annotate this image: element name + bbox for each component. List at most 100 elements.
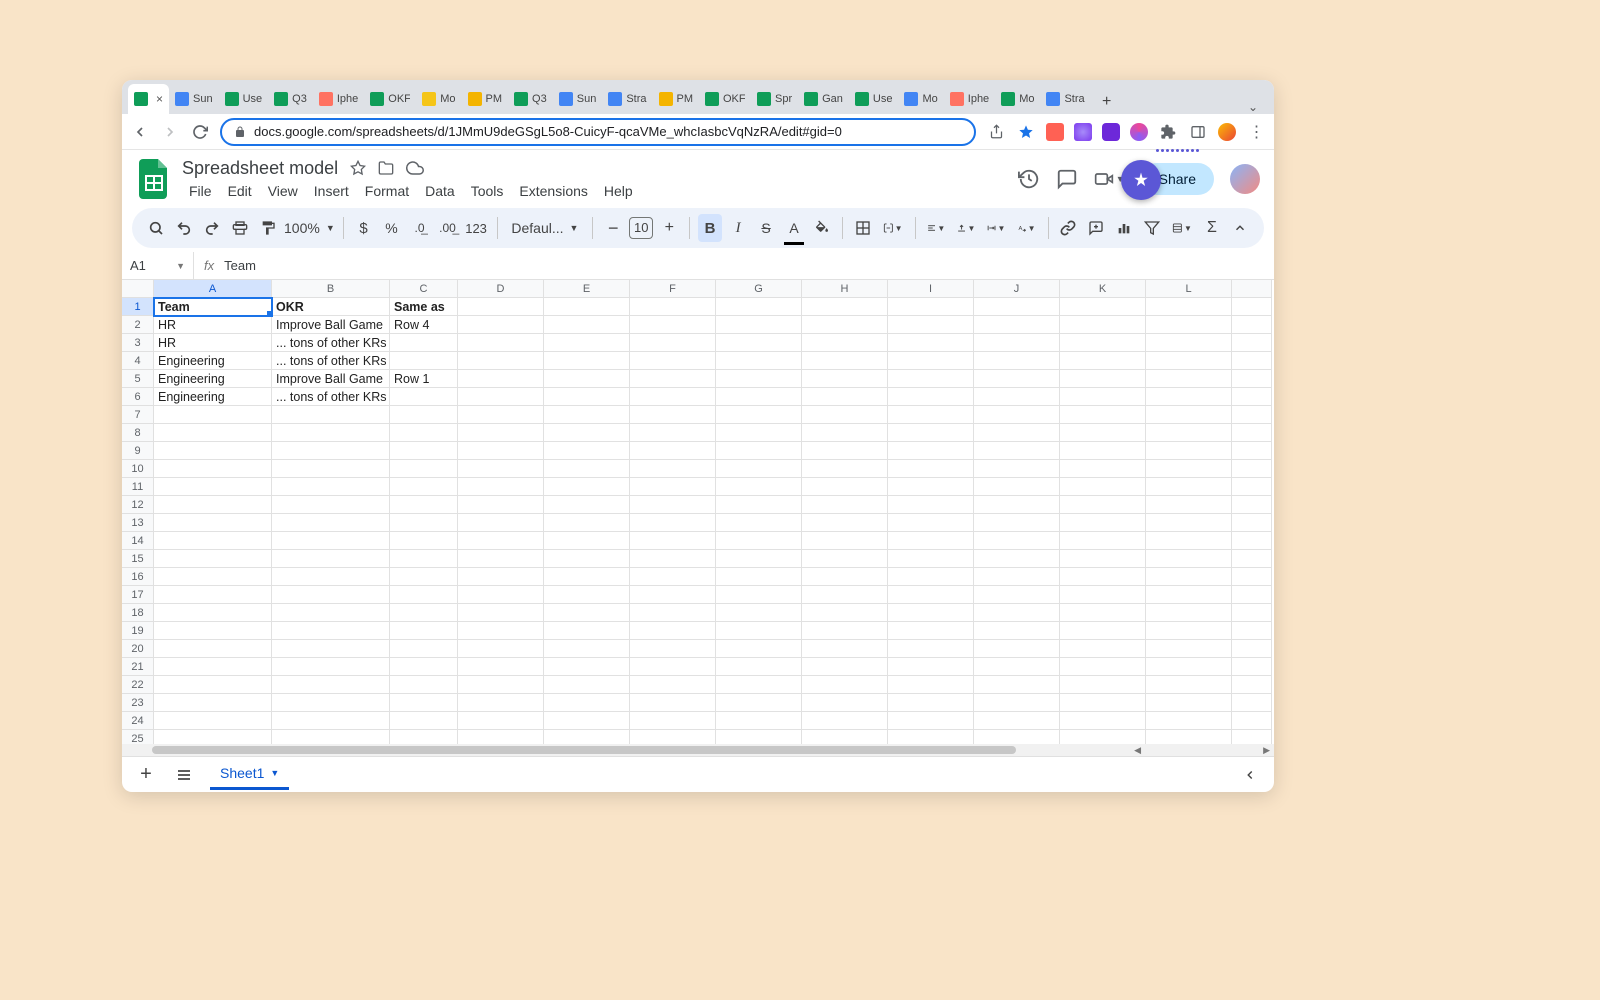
cell[interactable] [390,514,458,532]
row-header[interactable]: 14 [122,532,154,550]
cell[interactable] [802,712,888,730]
cell[interactable] [716,694,802,712]
cell[interactable] [888,730,974,744]
bold-button[interactable]: B [698,214,722,242]
cell[interactable] [802,586,888,604]
row-header[interactable]: 25 [122,730,154,744]
cell[interactable] [458,550,544,568]
scroll-left-icon[interactable]: ◀ [1130,745,1145,756]
cell[interactable] [544,460,630,478]
cell[interactable] [716,406,802,424]
cell[interactable] [544,298,630,316]
cell[interactable] [1060,568,1146,586]
cell[interactable] [458,532,544,550]
cell[interactable] [154,640,272,658]
cell[interactable] [888,478,974,496]
cell[interactable] [974,658,1060,676]
browser-tab[interactable]: Q3 [508,84,553,114]
row-header[interactable]: 20 [122,640,154,658]
comment-button[interactable] [1084,214,1108,242]
row-header[interactable]: 3 [122,334,154,352]
cell[interactable] [716,586,802,604]
formula-bar[interactable]: fx Team [194,258,266,273]
cell[interactable] [1232,496,1272,514]
cell[interactable] [1060,478,1146,496]
more-formats-button[interactable]: 123 [464,214,489,242]
cell[interactable] [272,550,390,568]
cell[interactable] [974,460,1060,478]
browser-tab[interactable]: Use [219,84,269,114]
cell[interactable] [1060,532,1146,550]
cell[interactable] [390,478,458,496]
cell[interactable] [272,604,390,622]
cell[interactable] [458,604,544,622]
cell[interactable] [974,334,1060,352]
add-sheet-icon[interactable]: + [134,761,158,789]
cell[interactable]: Row 4 [390,316,458,334]
cell[interactable] [630,298,716,316]
cell[interactable] [1146,478,1232,496]
cell[interactable] [802,298,888,316]
cell[interactable] [390,640,458,658]
undo-icon[interactable] [172,214,196,242]
cell[interactable] [630,406,716,424]
cell[interactable] [390,388,458,406]
cell[interactable] [1060,442,1146,460]
cell[interactable] [888,604,974,622]
cell[interactable] [154,730,272,744]
browser-tab[interactable]: Sun [553,84,603,114]
cell[interactable] [802,694,888,712]
cell[interactable] [1060,514,1146,532]
cell[interactable] [802,550,888,568]
cell[interactable] [1060,730,1146,744]
cell[interactable] [1146,298,1232,316]
cell[interactable] [974,604,1060,622]
browser-tab[interactable]: Gan [798,84,849,114]
extension-icon-2[interactable] [1074,123,1092,141]
cell[interactable] [630,568,716,586]
cell[interactable] [458,676,544,694]
row-header[interactable]: 21 [122,658,154,676]
cell[interactable] [888,442,974,460]
cell[interactable] [630,442,716,460]
browser-tab[interactable]: Stra [602,84,652,114]
cell[interactable] [716,370,802,388]
cell[interactable] [1232,406,1272,424]
filter-button[interactable] [1140,214,1164,242]
cell[interactable] [1060,316,1146,334]
cell[interactable] [272,694,390,712]
increase-fontsize-icon[interactable]: + [657,214,681,242]
cell[interactable]: Engineering [154,370,272,388]
cell[interactable] [974,640,1060,658]
cell[interactable] [1146,676,1232,694]
cell[interactable] [390,622,458,640]
cell[interactable]: ... tons of other KRs ... [272,388,390,406]
cell[interactable] [802,676,888,694]
cell[interactable] [458,568,544,586]
cell[interactable] [630,514,716,532]
link-button[interactable] [1056,214,1080,242]
cell[interactable] [974,352,1060,370]
all-sheets-icon[interactable] [172,761,196,789]
cell[interactable] [802,730,888,744]
cell[interactable] [154,532,272,550]
cell[interactable] [888,298,974,316]
cell[interactable] [1146,334,1232,352]
cell[interactable]: Improve Ball Game [272,316,390,334]
browser-tab[interactable]: Iphe [944,84,995,114]
cell[interactable] [1146,640,1232,658]
cell[interactable] [154,424,272,442]
increase-decimal-icon[interactable]: .00̲ [436,214,460,242]
wrap-button[interactable]: ▼ [983,214,1009,242]
cell[interactable] [1060,622,1146,640]
cell[interactable] [802,658,888,676]
document-title[interactable]: Spreadsheet model [182,158,338,179]
cell[interactable] [716,460,802,478]
menu-edit[interactable]: Edit [221,181,259,201]
cell[interactable] [630,658,716,676]
cell[interactable] [458,730,544,744]
cell[interactable] [272,406,390,424]
cell[interactable] [630,370,716,388]
row-header[interactable]: 15 [122,550,154,568]
cell[interactable] [154,694,272,712]
